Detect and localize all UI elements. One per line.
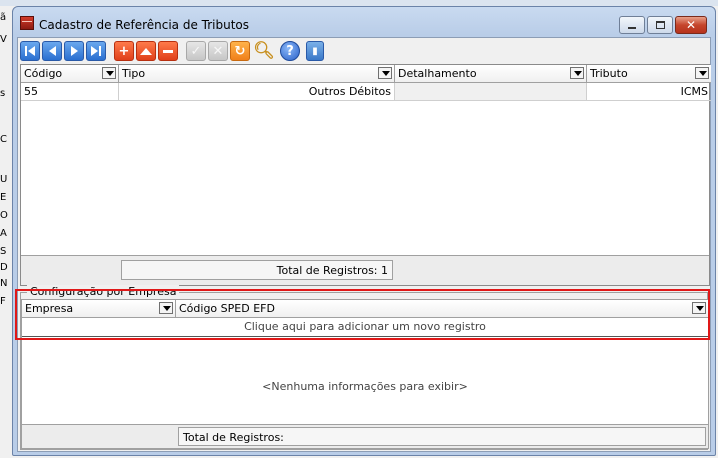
remove-button[interactable] xyxy=(158,41,178,61)
grid-footer: Total de Registros: 1 xyxy=(21,255,709,285)
exit-button[interactable]: ▮ xyxy=(306,41,324,61)
column-header-label: Código xyxy=(24,67,63,80)
background-letter: F xyxy=(0,296,6,307)
search-icon: 🔍︎ xyxy=(253,41,275,61)
plus-icon: + xyxy=(118,43,130,59)
column-header-tributo[interactable]: Tributo xyxy=(587,65,711,83)
background-letter: O xyxy=(0,210,8,221)
cell-codigo[interactable]: 55 xyxy=(21,83,119,101)
background-letter: E xyxy=(0,192,7,203)
first-icon xyxy=(25,46,35,56)
column-header-codigo[interactable]: Código xyxy=(21,65,119,83)
empty-message: <Nenhuma informações para exibir> xyxy=(262,380,468,393)
maximize-button[interactable] xyxy=(647,16,673,34)
exit-icon: ▮ xyxy=(312,45,318,57)
background-letter: s xyxy=(0,88,6,99)
tributos-grid: Código Tipo Detalhamento Tributo 55 Outr… xyxy=(20,64,711,286)
cell-detalhamento[interactable] xyxy=(395,83,587,101)
app-icon xyxy=(20,16,34,30)
background-letter: ã xyxy=(0,12,7,23)
background-letter: C xyxy=(0,134,7,145)
empresa-total-label: Total de Registros: xyxy=(178,427,706,446)
background-letter: N xyxy=(0,278,8,289)
main-window: Cadastro de Referência de Tributos ✕ + ✓… xyxy=(12,6,716,456)
window-title: Cadastro de Referência de Tributos xyxy=(39,18,250,32)
last-icon xyxy=(91,46,101,56)
background-letter: V xyxy=(0,34,7,45)
last-record-button[interactable] xyxy=(86,41,106,61)
column-header-label: Tributo xyxy=(590,67,628,80)
search-button[interactable]: 🔍︎ xyxy=(253,41,275,61)
check-icon: ✓ xyxy=(190,43,202,59)
move-up-button[interactable] xyxy=(136,41,156,61)
window-client-area: + ✓ ✕ ↻ 🔍︎ ? ▮ Código Tipo Detalhamento xyxy=(17,37,711,452)
title-bar[interactable]: Cadastro de Referência de Tributos ✕ xyxy=(13,7,715,37)
cell-tipo[interactable]: Outros Débitos xyxy=(119,83,395,101)
minus-icon xyxy=(163,49,173,53)
minimize-icon xyxy=(628,27,636,29)
x-icon: ✕ xyxy=(212,43,224,59)
highlight-box xyxy=(15,289,710,340)
background-letter: S xyxy=(0,246,7,257)
confirm-button[interactable]: ✓ xyxy=(186,41,206,61)
column-header-tipo[interactable]: Tipo xyxy=(119,65,395,83)
chevron-down-icon[interactable] xyxy=(570,67,584,79)
empresa-grid-footer: Total de Registros: xyxy=(22,424,708,448)
chevron-down-icon[interactable] xyxy=(102,67,116,79)
column-header-label: Tipo xyxy=(122,67,146,80)
close-icon: ✕ xyxy=(685,18,697,32)
chevron-down-icon[interactable] xyxy=(695,67,709,79)
background-letter: A xyxy=(0,228,7,239)
first-record-button[interactable] xyxy=(20,41,40,61)
maximize-icon xyxy=(655,21,665,29)
minimize-button[interactable] xyxy=(619,16,645,34)
cell-tributo[interactable]: ICMS xyxy=(587,83,711,101)
up-icon xyxy=(140,47,152,55)
background-letter: D xyxy=(0,262,8,273)
next-record-button[interactable] xyxy=(64,41,84,61)
help-icon: ? xyxy=(286,43,294,59)
refresh-button[interactable]: ↻ xyxy=(230,41,250,61)
background-app-left: ã V s C U E O A S D N F xyxy=(0,6,12,458)
previous-record-button[interactable] xyxy=(42,41,62,61)
cancel-button[interactable]: ✕ xyxy=(208,41,228,61)
toolbar: + ✓ ✕ ↻ 🔍︎ ? ▮ xyxy=(20,40,708,62)
next-icon xyxy=(70,46,78,56)
chevron-down-icon[interactable] xyxy=(378,67,392,79)
background-letter: U xyxy=(0,174,8,185)
prev-icon xyxy=(48,46,56,56)
column-header-label: Detalhamento xyxy=(398,67,477,80)
add-button[interactable]: + xyxy=(114,41,134,61)
close-button[interactable]: ✕ xyxy=(675,16,707,34)
column-header-detalhamento[interactable]: Detalhamento xyxy=(395,65,587,83)
refresh-icon: ↻ xyxy=(234,43,246,59)
help-button[interactable]: ? xyxy=(280,41,300,61)
total-registros-label: Total de Registros: 1 xyxy=(121,260,393,280)
